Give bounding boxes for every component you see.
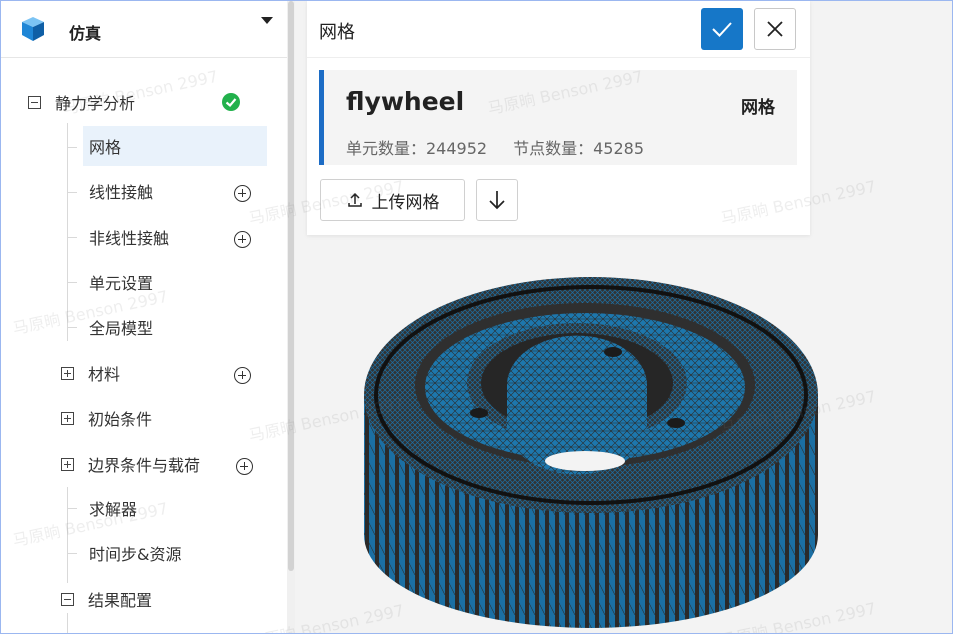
collapse-icon[interactable] [61,592,74,606]
tree-item-solver[interactable]: 求解器 [89,488,137,528]
tree-item-label: 全局模型 [89,319,154,338]
tree-item-material[interactable]: 材料 [61,353,120,393]
close-icon [767,21,783,37]
tree-guide [67,327,77,328]
tree-item-label: 时间步&资源 [89,545,182,564]
upload-label: 上传网格 [371,192,440,213]
mesh-stats: 单元数量：244952 节点数量：45285 [346,135,644,159]
tree-guide [67,237,77,238]
tree-guide [67,508,77,509]
check-circle-icon [222,93,240,111]
caret-down-icon[interactable] [261,17,273,24]
add-circle-icon[interactable] [234,185,251,202]
tree-item-label: 静力学分析 [55,94,136,113]
tree-guide [67,487,68,583]
upload-icon [347,192,362,207]
sidebar-scrollbar[interactable] [287,1,295,633]
mesh-type-label: 网格 [741,98,775,118]
expand-icon[interactable] [61,457,74,471]
mesh-viewport[interactable] [295,235,953,633]
upload-mesh-button[interactable]: 上传网格 [320,179,465,221]
confirm-button[interactable] [701,8,743,50]
tree-item-label: 非线性接触 [89,229,170,248]
mesh-name: flywheel [346,87,465,116]
collapse-icon[interactable] [28,95,41,109]
node-count: 节点数量：45285 [513,139,644,158]
tree-item-label: 结果配置 [88,591,153,610]
element-count: 单元数量：244952 [346,139,488,158]
scrollbar-thumb[interactable] [288,1,294,571]
sidebar-header[interactable]: 仿真 [1,1,287,58]
app-window: 仿真 静力学分析 网格 线性接触 非线性接触 单元设置 全局模型 材料 初始条件… [0,0,953,634]
tree-item-label: 单元设置 [89,274,154,293]
tree-guide [67,147,77,148]
tree-item-label: 边界条件与载荷 [88,456,201,475]
tree-item-label: 初始条件 [88,410,153,429]
expand-icon[interactable] [61,366,74,380]
add-circle-icon[interactable] [234,367,251,384]
tree-item-initial-conditions[interactable]: 初始条件 [61,398,152,438]
tree-item-label: 求解器 [89,500,138,519]
tree-guide [67,123,68,341]
add-circle-icon[interactable] [236,458,253,475]
add-circle-icon[interactable] [234,231,251,248]
arrow-down-icon [489,191,505,210]
cube-icon [22,17,44,41]
tree-guide [67,192,77,193]
tree-item-element-settings[interactable]: 单元设置 [89,262,153,302]
tree-item-linear-contact[interactable]: 线性接触 [89,171,153,211]
tree-item-nonlinear-contact[interactable]: 非线性接触 [89,217,169,257]
divider [307,57,810,58]
sidebar: 仿真 静力学分析 网格 线性接触 非线性接触 单元设置 全局模型 材料 初始条件… [1,1,287,633]
close-button[interactable] [754,8,796,50]
tree-item-boundary-loads[interactable]: 边界条件与载荷 [61,444,200,484]
tree-item-label: 网格 [89,138,122,157]
download-button[interactable] [476,179,518,221]
tree-item-static-analysis[interactable]: 静力学分析 [28,82,135,122]
check-icon [712,22,732,37]
tree-item-label: 材料 [88,365,121,384]
mesh-card[interactable]: flywheel 网格 单元数量：244952 节点数量：45285 [319,70,797,165]
mesh-panel: 网格 flywheel 网格 单元数量：244952 节点数量：45285 上传网 [307,1,810,235]
tree-guide [67,553,77,554]
expand-icon[interactable] [61,411,74,425]
tree-item-result-config[interactable]: 结果配置 [61,579,152,619]
tree-guide [67,282,77,283]
app-title: 仿真 [69,24,102,43]
tree-item-global-model[interactable]: 全局模型 [89,307,153,347]
tree-item-timestep-resources[interactable]: 时间步&资源 [89,533,181,573]
tree-item-mesh[interactable]: 网格 [89,126,121,166]
panel-title: 网格 [319,22,355,43]
tree-item-label: 线性接触 [89,183,154,202]
